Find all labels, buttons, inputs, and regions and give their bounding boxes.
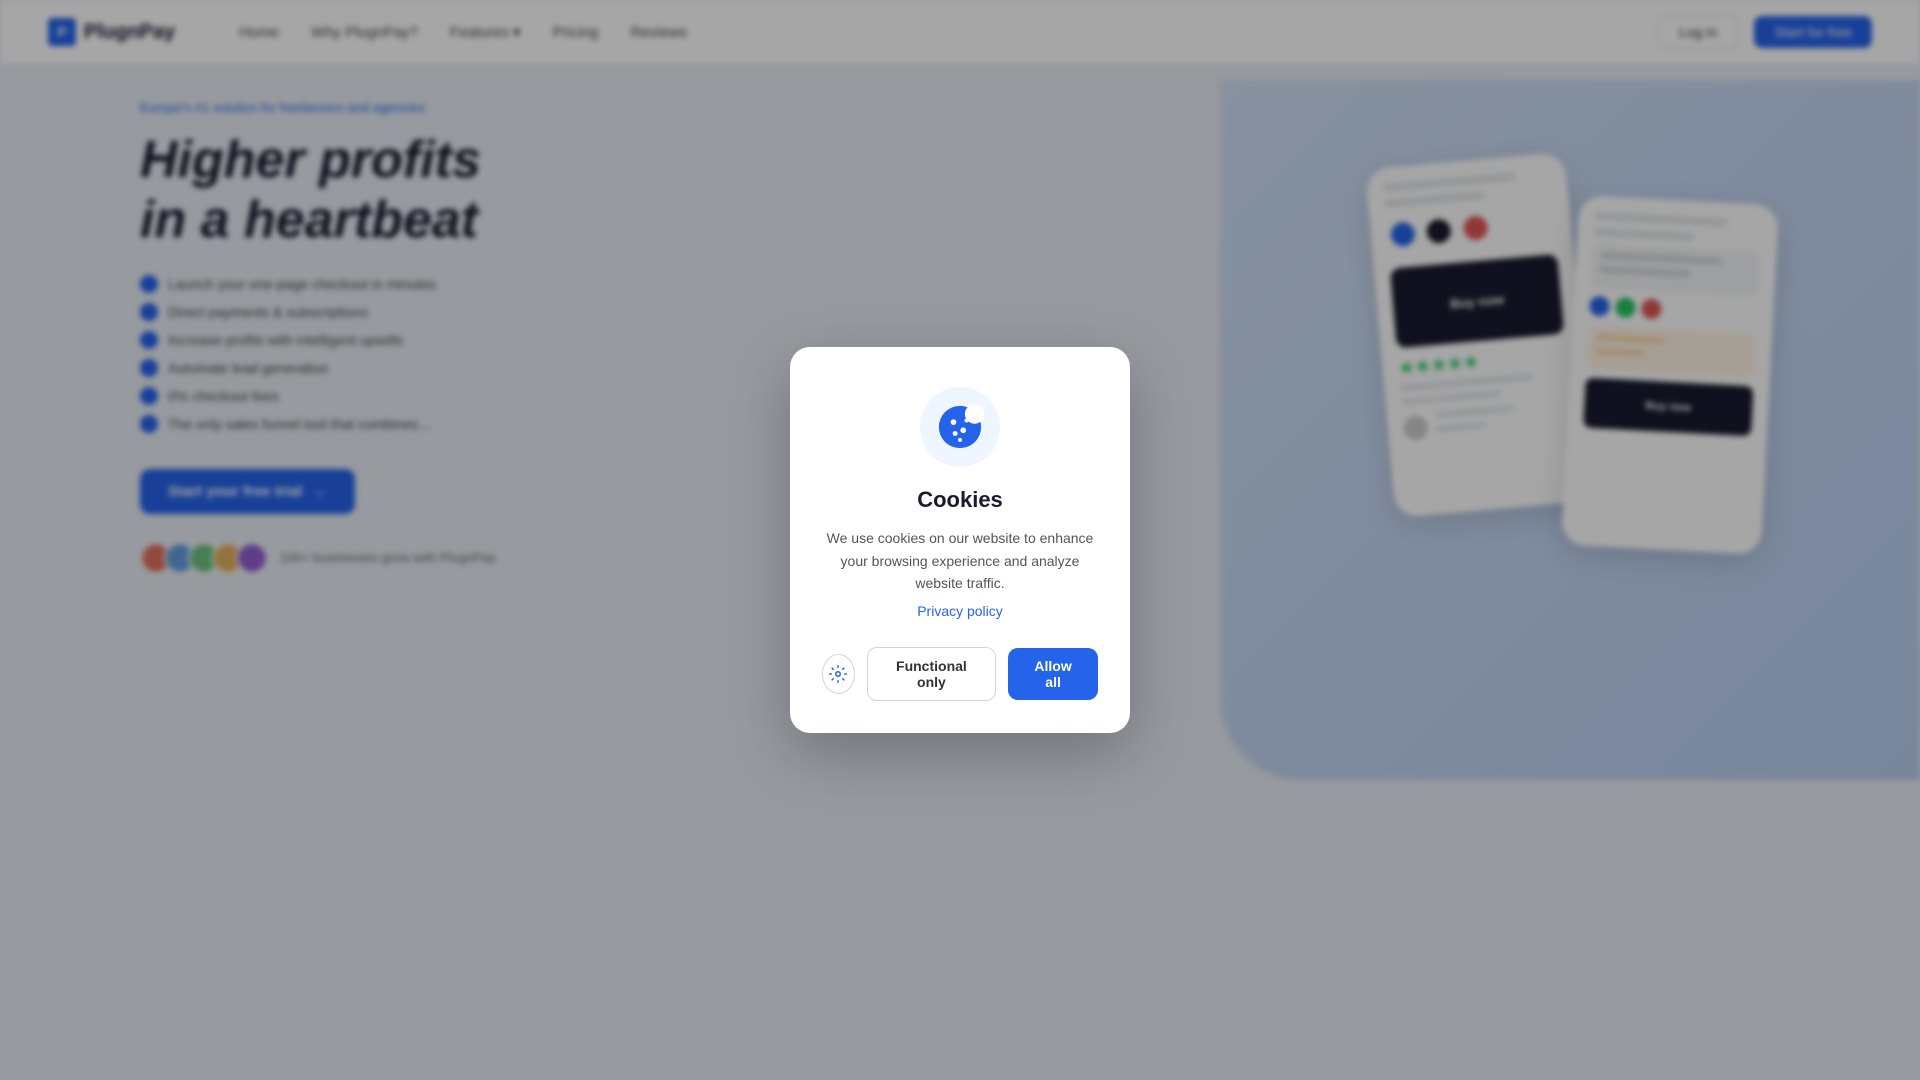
cookie-icon: [934, 401, 986, 453]
modal-title: Cookies: [917, 487, 1003, 513]
modal-actions: Functional only Allow all: [822, 647, 1098, 701]
privacy-policy-link[interactable]: Privacy policy: [917, 603, 1003, 619]
modal-description: We use cookies on our website to enhance…: [822, 527, 1098, 594]
settings-button[interactable]: [822, 654, 855, 694]
modal-wrapper: Cookies We use cookies on our website to…: [0, 0, 1920, 1080]
gear-icon: [829, 665, 847, 683]
cookie-icon-container: [920, 387, 1000, 467]
functional-only-button[interactable]: Functional only: [867, 647, 997, 701]
cookie-modal: Cookies We use cookies on our website to…: [790, 347, 1130, 732]
allow-all-button[interactable]: Allow all: [1008, 648, 1098, 700]
